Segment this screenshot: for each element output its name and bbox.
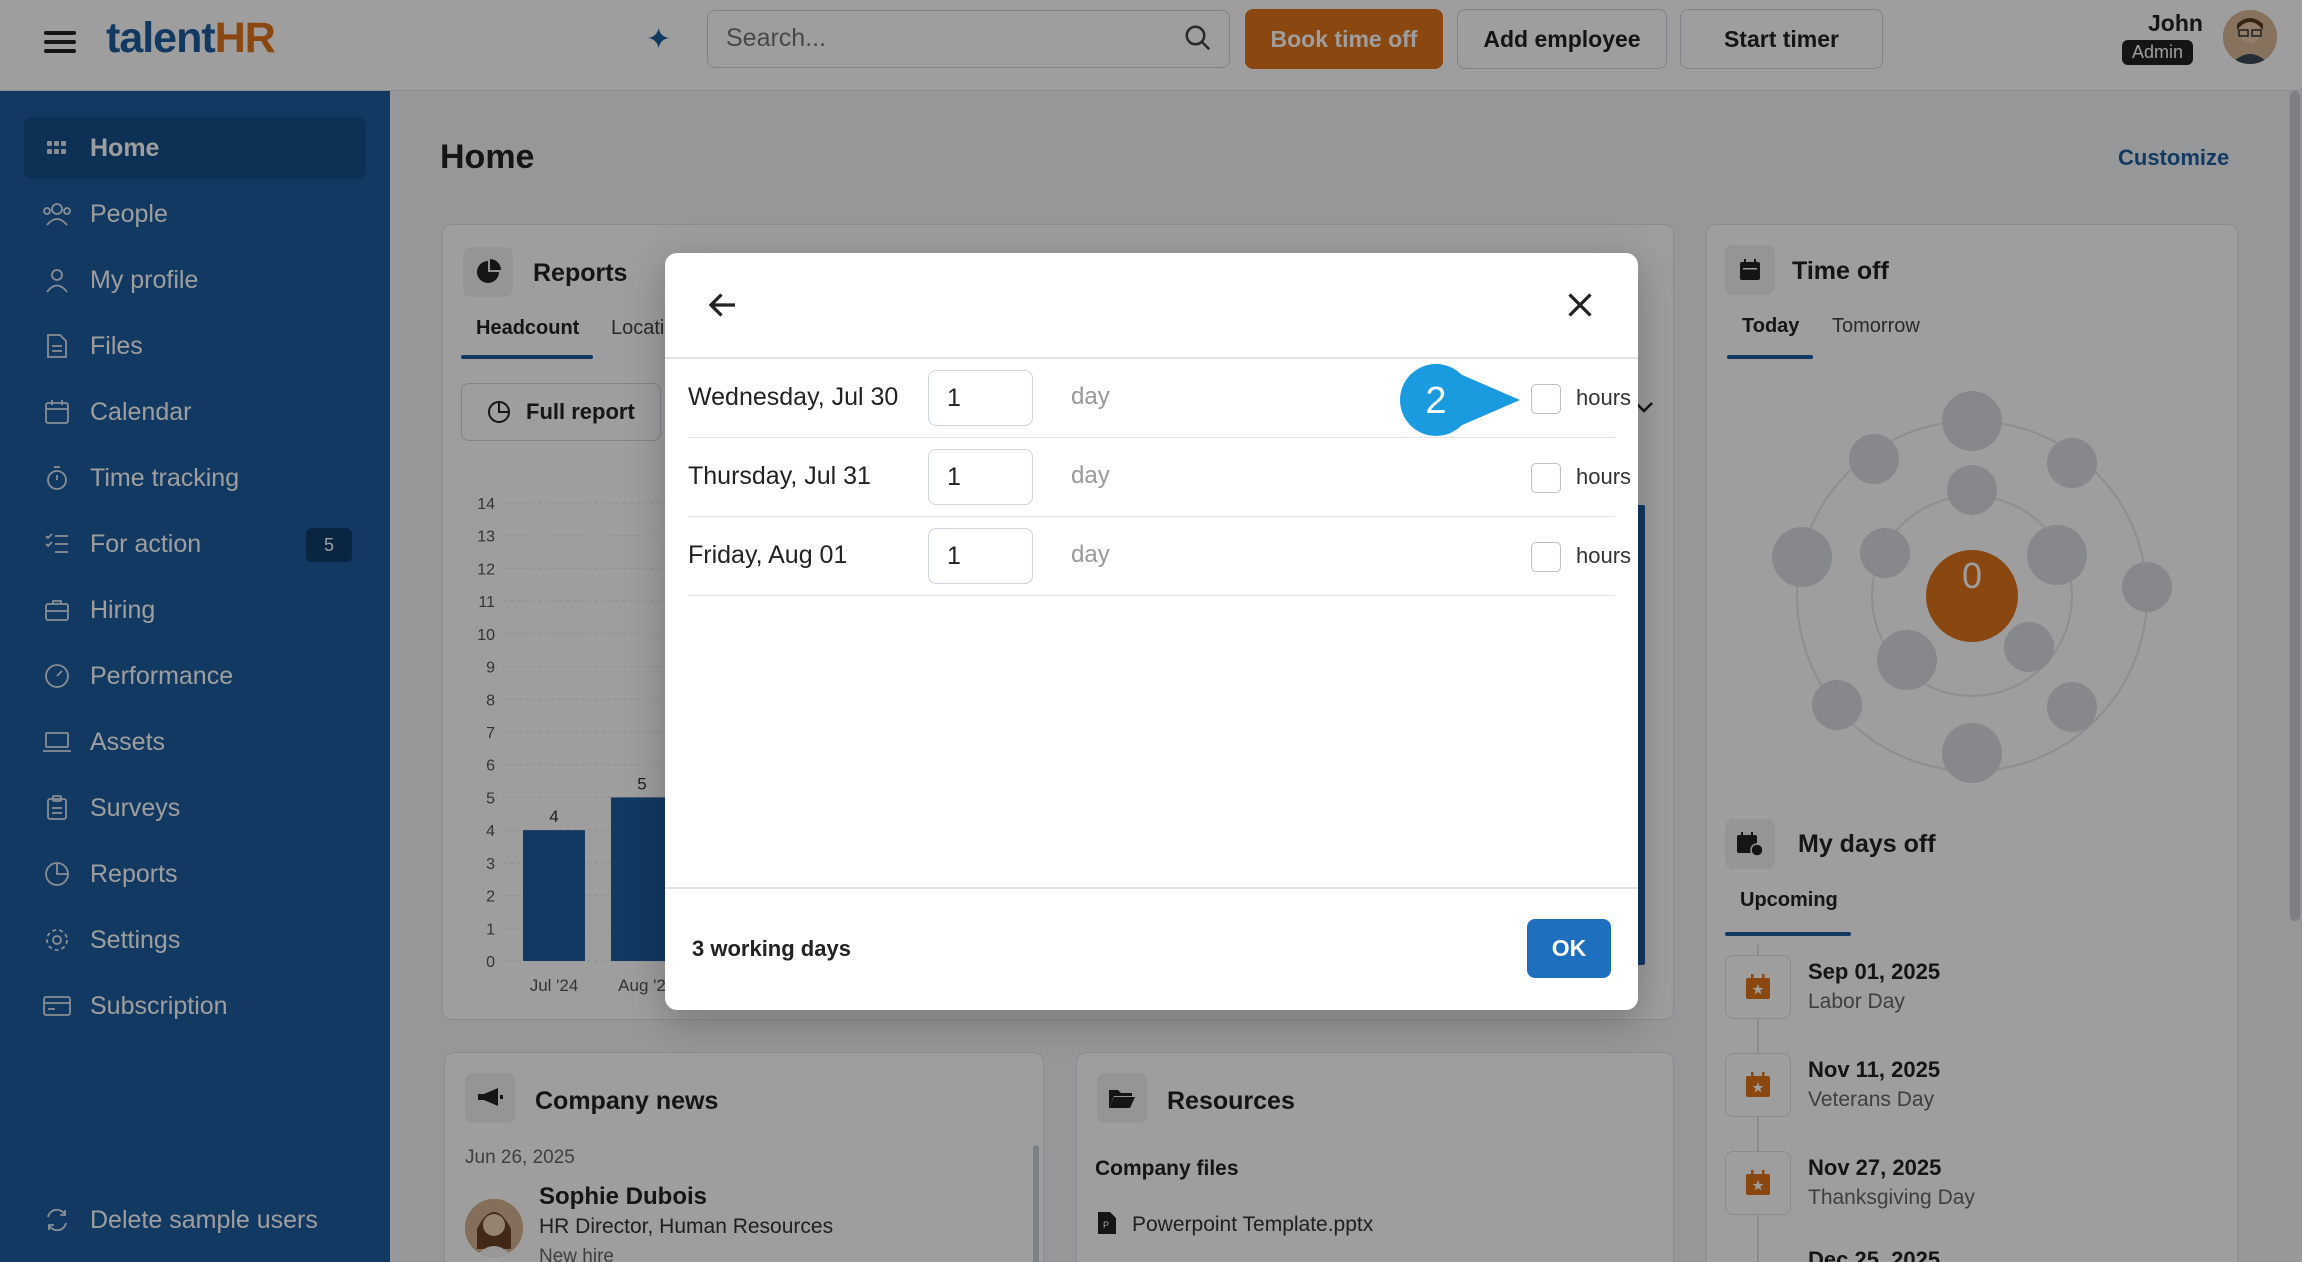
ok-button[interactable]: OK (1527, 919, 1611, 978)
day-date-label: Thursday, Jul 31 (688, 462, 871, 490)
hours-label: hours (1576, 464, 1632, 489)
day-amount-input[interactable] (928, 528, 1033, 584)
divider (665, 887, 1638, 889)
working-days-summary: 3 working days (692, 936, 851, 961)
back-arrow-icon[interactable] (705, 287, 741, 323)
hours-checkbox[interactable] (1531, 384, 1561, 414)
day-unit-label: day (1071, 383, 1110, 410)
close-icon[interactable] (1562, 287, 1598, 323)
step-number: 2 (1425, 380, 1446, 422)
day-row: Thursday, Jul 31 day hours (688, 438, 1631, 517)
step-marker: 2 (1400, 364, 1520, 436)
day-row: Friday, Aug 01 day hours (688, 517, 1631, 596)
hours-label: hours (1576, 385, 1632, 410)
day-amount-input[interactable] (928, 449, 1033, 505)
day-unit-label: day (1071, 462, 1110, 489)
hours-checkbox[interactable] (1531, 463, 1561, 493)
hours-checkbox[interactable] (1531, 542, 1561, 572)
day-amount-input[interactable] (928, 370, 1033, 426)
hours-label: hours (1576, 543, 1632, 568)
day-unit-label: day (1071, 541, 1110, 568)
day-date-label: Wednesday, Jul 30 (688, 383, 899, 411)
day-date-label: Friday, Aug 01 (688, 541, 848, 569)
